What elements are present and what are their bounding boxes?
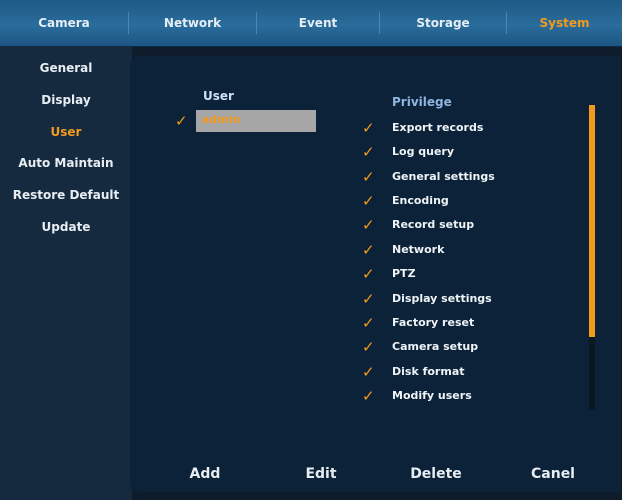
privilege-item[interactable]: ✓ Encoding	[362, 192, 582, 214]
check-icon: ✓	[362, 363, 375, 381]
privilege-label: General settings	[392, 170, 495, 183]
check-icon: ✓	[362, 314, 375, 332]
check-icon: ✓	[362, 143, 375, 161]
scrollbar-thumb[interactable]	[589, 105, 595, 337]
sidebar-item-update[interactable]: Update	[0, 220, 132, 234]
check-icon: ✓	[362, 216, 375, 234]
privilege-label: Encoding	[392, 194, 449, 207]
privilege-item[interactable]: ✓ Record setup	[362, 216, 582, 238]
privilege-label: Network	[392, 243, 445, 256]
privilege-item[interactable]: ✓ Modify users	[362, 387, 582, 409]
edit-button[interactable]: Edit	[296, 466, 346, 482]
privilege-item[interactable]: ✓ Display settings	[362, 290, 582, 312]
sidebar-item-general[interactable]: General	[0, 61, 132, 75]
check-icon: ✓	[362, 241, 375, 259]
tab-camera[interactable]: Camera	[0, 0, 128, 46]
privilege-item[interactable]: ✓ Factory reset	[362, 314, 582, 336]
user-row-admin[interactable]: admin	[196, 110, 316, 132]
privilege-list-header: Privilege	[392, 95, 452, 109]
sidebar-item-display[interactable]: Display	[0, 93, 132, 107]
user-list-header: User	[203, 89, 234, 103]
check-icon: ✓	[362, 168, 375, 186]
privilege-label: Log query	[392, 145, 455, 158]
privilege-label: Record setup	[392, 218, 475, 231]
privilege-item[interactable]: ✓ Disk format	[362, 363, 582, 385]
check-icon: ✓	[362, 265, 375, 283]
privilege-item[interactable]: ✓ Export records	[362, 119, 582, 141]
privilege-item[interactable]: ✓ PTZ	[362, 265, 582, 287]
tab-system[interactable]: System	[507, 0, 622, 46]
user-name: admin	[202, 113, 241, 126]
sidebar-item-user[interactable]: User	[0, 125, 132, 139]
check-icon[interactable]: ✓	[175, 112, 188, 130]
tab-event[interactable]: Event	[257, 0, 379, 46]
privilege-scrollbar[interactable]	[589, 105, 595, 410]
privilege-item[interactable]: ✓ Network	[362, 241, 582, 263]
privilege-item[interactable]: ✓ General settings	[362, 168, 582, 190]
sidebar-item-auto-maintain[interactable]: Auto Maintain	[0, 156, 132, 170]
privilege-label: Factory reset	[392, 316, 475, 329]
cancel-button[interactable]: Canel	[522, 466, 584, 482]
tab-network[interactable]: Network	[129, 0, 256, 46]
sidebar	[0, 46, 132, 500]
add-button[interactable]: Add	[180, 466, 230, 482]
privilege-item[interactable]: ✓ Camera setup	[362, 338, 582, 360]
check-icon: ✓	[362, 387, 375, 405]
tab-storage[interactable]: Storage	[380, 0, 506, 46]
privilege-label: Export records	[392, 121, 484, 134]
privilege-label: PTZ	[392, 267, 416, 280]
sidebar-item-restore-default[interactable]: Restore Default	[0, 188, 132, 202]
privilege-label: Modify users	[392, 389, 472, 402]
check-icon: ✓	[362, 290, 375, 308]
top-tab-bar: Camera Network Event Storage System	[0, 0, 622, 47]
check-icon: ✓	[362, 338, 375, 356]
privilege-label: Camera setup	[392, 340, 479, 353]
privilege-label: Disk format	[392, 365, 465, 378]
check-icon: ✓	[362, 192, 375, 210]
privilege-item[interactable]: ✓ Log query	[362, 143, 582, 165]
privilege-label: Display settings	[392, 292, 492, 305]
delete-button[interactable]: Delete	[400, 466, 472, 482]
check-icon: ✓	[362, 119, 375, 137]
